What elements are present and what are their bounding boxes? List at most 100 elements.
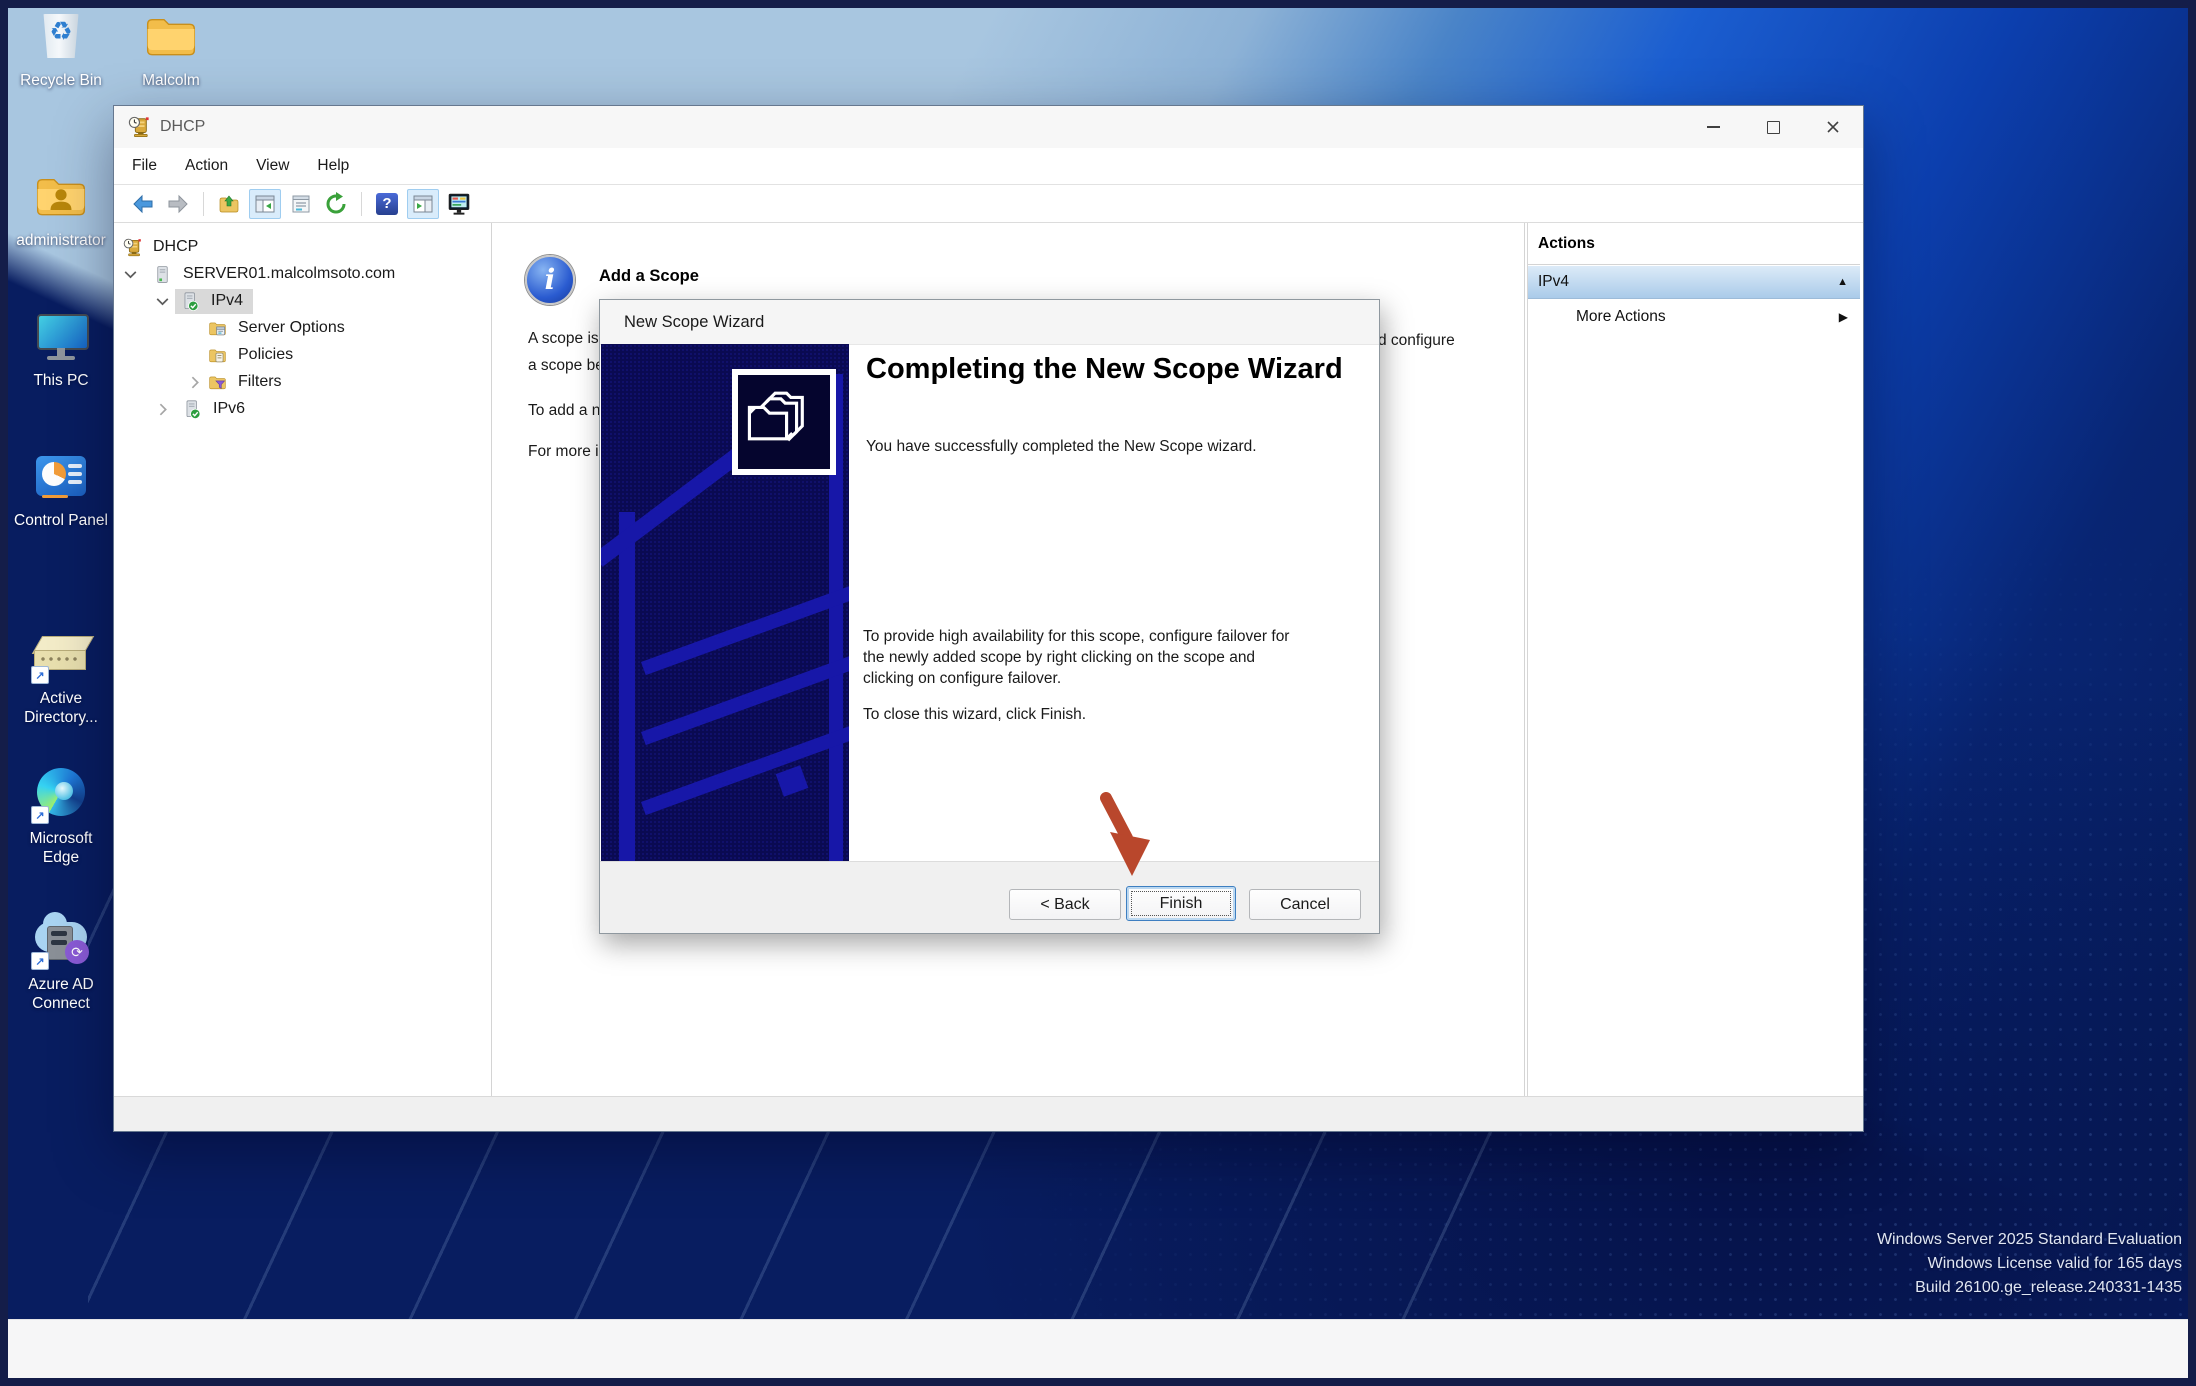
maximize-button[interactable] xyxy=(1743,106,1803,148)
results-text-fragment: a scope be xyxy=(528,357,604,375)
tree-item-ipv6[interactable]: IPv6 xyxy=(154,396,245,422)
tree-item-server[interactable]: SERVER01.malcolmsoto.com xyxy=(122,261,395,287)
show-action-pane-button[interactable] xyxy=(407,189,439,219)
results-header: Add a Scope xyxy=(599,267,699,286)
up-one-level-button[interactable] xyxy=(214,190,244,218)
monitor-icon xyxy=(33,308,89,364)
desktop-icon-label: Microsoft Edge xyxy=(30,829,93,867)
info-icon: i xyxy=(525,255,575,305)
edge-icon: ↗ xyxy=(33,766,89,822)
toolbar-separator xyxy=(361,192,362,216)
folder-glyph xyxy=(33,168,89,224)
refresh-icon xyxy=(324,192,348,216)
tree-item-server-options[interactable]: Server Options xyxy=(208,315,345,341)
server-slot xyxy=(51,931,67,936)
forward-button[interactable] xyxy=(163,190,193,218)
tree-item-dhcp-root[interactable]: DHCP xyxy=(123,234,198,260)
tree-item-ipv4[interactable]: IPv4 xyxy=(154,288,253,314)
actions-more-actions[interactable]: More Actions ▶ xyxy=(1528,302,1860,332)
watermark-line: Windows Server 2025 Standard Evaluation xyxy=(1877,1228,2182,1252)
wizard-title-bar[interactable]: New Scope Wizard xyxy=(600,300,1379,345)
monitor-screen xyxy=(37,314,89,350)
window-title: DHCP xyxy=(160,118,205,136)
server-slot xyxy=(51,940,67,945)
dhcp-console-display-button[interactable] xyxy=(444,190,474,218)
desktop-icon-label: administrator xyxy=(16,231,106,250)
desktop-icon-active-directory[interactable]: ↗ Active Directory... xyxy=(8,626,114,727)
server-check-icon xyxy=(183,399,202,420)
finish-button[interactable]: Finish xyxy=(1126,886,1236,921)
desktop-icon-recycle-bin[interactable]: ♻ Recycle Bin xyxy=(8,8,114,90)
actions-group-ipv4[interactable]: IPv4 ▲ xyxy=(1528,266,1860,299)
window-status-bar xyxy=(114,1096,1863,1131)
desktop-icon-microsoft-edge[interactable]: ↗ Microsoft Edge xyxy=(8,766,114,867)
control-panel-icon xyxy=(33,448,89,504)
wizard-button-bar: < Back Finish Cancel xyxy=(600,861,1379,933)
tree-label: IPv4 xyxy=(211,292,243,310)
tree-label: DHCP xyxy=(153,238,198,256)
shortcut-arrow-icon: ↗ xyxy=(31,806,49,824)
actions-pane: Actions IPv4 ▲ More Actions ▶ xyxy=(1527,223,1860,1097)
close-button[interactable] xyxy=(1803,106,1863,148)
shortcut-arrow-icon: ↗ xyxy=(31,952,49,970)
help-button[interactable]: ? xyxy=(372,190,402,218)
actions-header: Actions xyxy=(1538,235,1595,253)
tree-label: Server Options xyxy=(238,319,345,337)
wizard-failover-text: To provide high availability for this sc… xyxy=(863,626,1363,689)
monitor-icon xyxy=(446,191,472,217)
selected-tree-highlight: IPv4 xyxy=(175,289,253,314)
azure-ad-connect-icon: ⟳ ↗ xyxy=(33,912,89,968)
recycle-symbol-icon: ♻ xyxy=(33,16,89,47)
wizard-close-text: To close this wizard, click Finish. xyxy=(863,706,1343,724)
desktop-icon-label: This PC xyxy=(33,371,88,390)
toolbar: ? xyxy=(114,185,1863,223)
folders-graphic-icon xyxy=(738,375,818,457)
desktop-icon-azure-ad-connect[interactable]: ⟳ ↗ Azure AD Connect xyxy=(8,912,114,1013)
dhcp-app-icon xyxy=(128,116,150,138)
menu-file[interactable]: File xyxy=(118,157,171,175)
properties-icon xyxy=(289,192,313,216)
tree-item-filters[interactable]: Filters xyxy=(186,369,282,395)
properties-button[interactable] xyxy=(286,190,316,218)
tree-label: SERVER01.malcolmsoto.com xyxy=(183,265,395,283)
console-tree-icon xyxy=(253,192,277,216)
menu-action[interactable]: Action xyxy=(171,157,242,175)
windows-version-watermark: Windows Server 2025 Standard Evaluation … xyxy=(1877,1228,2182,1300)
help-icon: ? xyxy=(376,193,398,215)
folders-graphic-frame xyxy=(732,369,836,475)
desktop-icon-control-panel[interactable]: Control Panel xyxy=(8,448,114,530)
action-pane-icon xyxy=(411,192,435,216)
desktop-icon-this-pc[interactable]: This PC xyxy=(8,308,114,390)
server-options-folder-icon xyxy=(208,318,227,339)
menu-help[interactable]: Help xyxy=(303,157,363,175)
chevron-right-icon xyxy=(154,401,171,418)
desktop-icon-malcolm-folder[interactable]: Malcolm xyxy=(118,8,224,90)
actions-divider xyxy=(1528,264,1860,265)
close-icon xyxy=(1826,120,1840,134)
policies-folder-icon xyxy=(208,345,227,366)
tower-edge xyxy=(619,512,635,861)
chevron-down-icon xyxy=(122,266,139,283)
collapse-caret-icon[interactable]: ▲ xyxy=(1837,276,1848,288)
pie-chart-icon xyxy=(42,462,66,486)
title-bar[interactable]: DHCP xyxy=(114,106,1863,148)
folder-icon xyxy=(143,8,199,64)
minimize-button[interactable] xyxy=(1683,106,1743,148)
toggle-icon xyxy=(68,472,82,476)
refresh-button[interactable] xyxy=(321,190,351,218)
show-console-tree-button[interactable] xyxy=(249,189,281,219)
up-folder-icon xyxy=(217,192,241,216)
edge-center xyxy=(55,782,73,800)
menu-bar: File Action View Help xyxy=(114,148,1863,185)
back-arrow-icon xyxy=(131,192,155,216)
tree-item-policies[interactable]: Policies xyxy=(208,342,293,368)
cancel-button[interactable]: Cancel xyxy=(1249,889,1361,920)
wizard-watermark xyxy=(601,344,849,861)
menu-view[interactable]: View xyxy=(242,157,303,175)
toolbar-separator xyxy=(203,192,204,216)
taskbar xyxy=(8,1319,2188,1379)
toggle-icon xyxy=(68,480,82,484)
desktop-icon-administrator[interactable]: administrator xyxy=(8,168,114,250)
back-button[interactable] xyxy=(128,190,158,218)
back-button[interactable]: < Back xyxy=(1009,889,1121,920)
